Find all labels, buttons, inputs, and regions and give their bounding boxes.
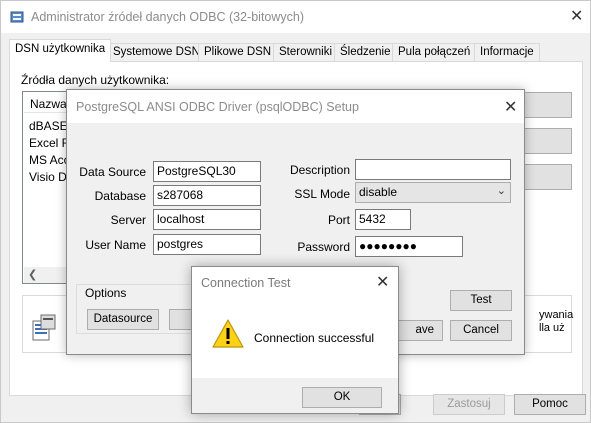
database-field[interactable]: s287068: [153, 185, 261, 206]
list-item[interactable]: MS Acc: [29, 153, 70, 167]
connection-test-dialog: Connection Test ✕ Connection successful …: [191, 266, 399, 414]
help-button[interactable]: Pomoc: [514, 394, 586, 415]
main-close-icon[interactable]: ✕: [570, 9, 583, 25]
tab-pula-polaczen[interactable]: Pula połączeń: [392, 43, 477, 61]
info-text-line: lla uż: [539, 322, 565, 334]
odbc-app-icon: [10, 10, 24, 27]
conn-dialog-title: Connection Test: [201, 276, 291, 290]
setup-dialog-title: PostgreSQL ANSI ODBC Driver (psqlODBC) S…: [76, 100, 359, 114]
tab-dsn-uzytkownika[interactable]: DSN użytkownika: [9, 39, 112, 62]
description-label: Description: [289, 163, 350, 177]
scroll-left-icon[interactable]: ❮: [28, 268, 37, 281]
cancel-button[interactable]: Cancel: [450, 320, 512, 341]
conn-message: Connection successful: [254, 331, 375, 345]
ok-button[interactable]: OK: [302, 387, 382, 408]
options-label: Options: [83, 286, 129, 300]
data-source-label: Data Source: [79, 165, 146, 179]
info-text-line: ywania: [539, 309, 574, 321]
list-header-name: Nazwa: [30, 97, 67, 111]
tab-informacje[interactable]: Informacje: [474, 43, 540, 61]
ssl-mode-value: disable: [359, 185, 398, 199]
password-label: Password: [297, 240, 350, 254]
server-label: Server: [110, 213, 146, 227]
odbc-info-icon: [31, 313, 59, 346]
setup-titlebar: PostgreSQL ANSI ODBC Driver (psqlODBC) S…: [67, 90, 524, 123]
conn-titlebar: Connection Test ✕: [192, 267, 398, 297]
user-name-label: User Name: [85, 238, 146, 252]
tab-sterowniki[interactable]: Sterowniki: [273, 43, 339, 61]
password-field[interactable]: ●●●●●●●●: [355, 236, 463, 257]
ssl-mode-label: SSL Mode: [294, 187, 350, 201]
apply-button[interactable]: Zastosuj: [433, 394, 505, 415]
main-titlebar: Administrator źródeł danych ODBC (32-bit…: [1, 1, 590, 33]
ssl-mode-select[interactable]: disable ⌄: [355, 182, 511, 203]
description-field[interactable]: [355, 159, 511, 180]
tab-plikowe-dsn[interactable]: Plikowe DSN: [198, 43, 278, 61]
chevron-down-icon: ⌄: [496, 185, 506, 197]
tab-systemowe-dsn[interactable]: Systemowe DSN: [107, 43, 206, 61]
database-label: Database: [94, 189, 146, 203]
user-name-field[interactable]: postgres: [153, 234, 261, 255]
info-text: ywania lla uż: [539, 309, 573, 335]
main-window-title: Administrator źródeł danych ODBC (32-bit…: [31, 10, 305, 24]
configure-dsn-button[interactable]: [517, 164, 572, 190]
list-item[interactable]: dBASE: [29, 119, 68, 133]
test-button[interactable]: Test: [450, 290, 512, 311]
setup-close-icon[interactable]: ✕: [504, 100, 517, 116]
conn-close-icon[interactable]: ✕: [376, 275, 389, 291]
server-field[interactable]: localhost: [153, 209, 261, 230]
add-dsn-button[interactable]: [517, 92, 572, 118]
port-field[interactable]: 5432: [355, 209, 411, 230]
remove-dsn-button[interactable]: [517, 128, 572, 154]
warning-icon: [212, 319, 244, 352]
datasource-button[interactable]: Datasource: [87, 309, 159, 330]
tab-sledzenie[interactable]: Śledzenie: [334, 43, 397, 61]
user-data-sources-label: Źródła danych użytkownika:: [21, 73, 170, 87]
data-source-field[interactable]: PostgreSQL30: [153, 161, 261, 182]
port-label: Port: [327, 213, 350, 227]
